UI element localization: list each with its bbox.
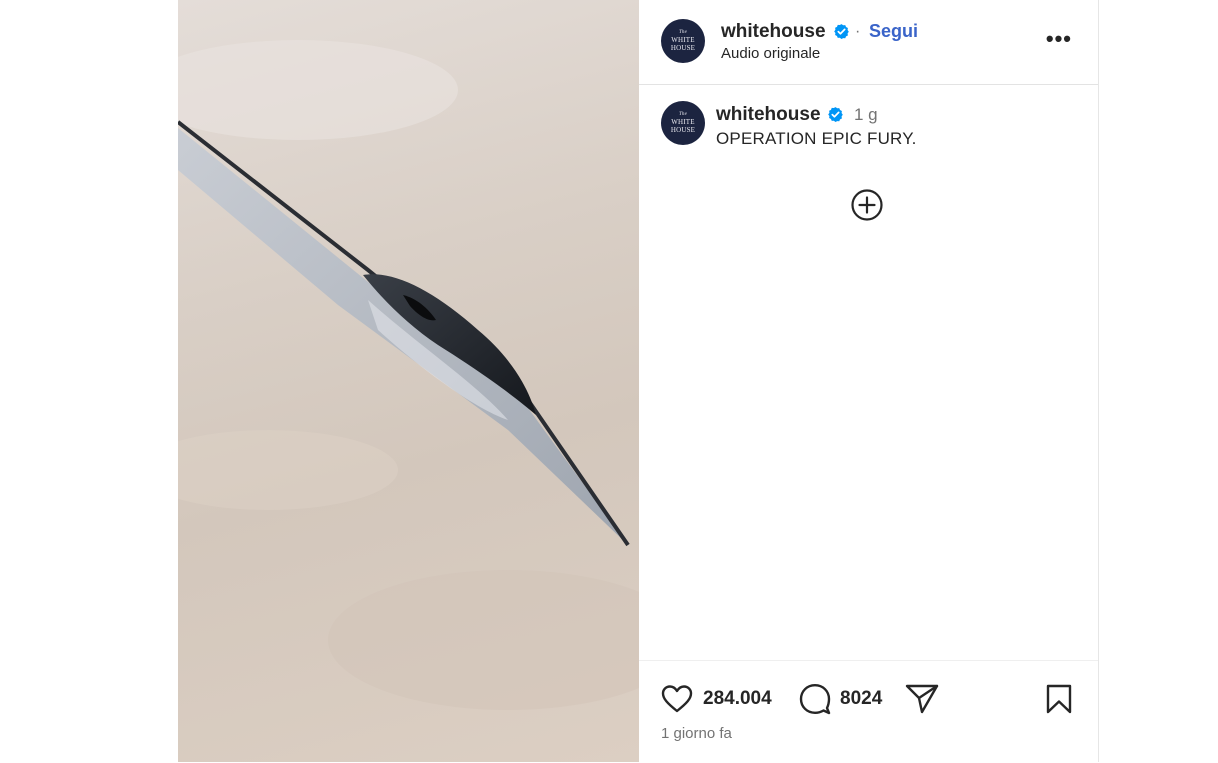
bookmark-icon[interactable] (1046, 684, 1072, 714)
post-side-panel: The WHITE HOUSE whitehouse · Segui Audio… (639, 0, 1098, 762)
more-options-icon[interactable]: ••• (1046, 26, 1072, 52)
share-icon[interactable] (905, 683, 939, 715)
follow-button[interactable]: Segui (869, 21, 918, 42)
aircraft-video-frame (178, 40, 639, 710)
add-circle-icon[interactable] (850, 188, 884, 222)
instagram-post: The WHITE HOUSE whitehouse · Segui Audio… (178, 0, 1099, 762)
likes-count[interactable]: 284.004 (703, 688, 772, 710)
account-avatar[interactable]: The WHITE HOUSE (661, 19, 705, 63)
comments-count[interactable]: 8024 (840, 688, 882, 710)
caption-timestamp[interactable]: 1 g (854, 105, 878, 125)
avatar-text-line3: HOUSE (670, 44, 696, 52)
avatar-text-line2: WHITE (671, 36, 695, 44)
post-video[interactable] (178, 0, 639, 762)
comment-icon[interactable] (799, 683, 831, 715)
post-date[interactable]: 1 giorno fa (661, 725, 732, 742)
caption-avatar[interactable]: The WHITE HOUSE (661, 101, 705, 145)
post-actions-bar: 284.004 8024 1 giorno fa (639, 660, 1098, 763)
verified-badge-icon (828, 107, 843, 122)
avatar-text-line2: WHITE (671, 118, 695, 126)
post-header: The WHITE HOUSE whitehouse · Segui Audio… (639, 0, 1098, 85)
avatar-text-line3: HOUSE (670, 126, 696, 134)
caption-username[interactable]: whitehouse (716, 104, 821, 126)
header-separator: · (855, 23, 861, 40)
verified-badge-icon (834, 24, 849, 39)
caption-text: OPERATION EPIC FURY. (716, 129, 917, 148)
heart-icon[interactable] (661, 684, 693, 714)
audio-label[interactable]: Audio originale (721, 45, 820, 62)
header-username[interactable]: whitehouse (721, 21, 826, 43)
